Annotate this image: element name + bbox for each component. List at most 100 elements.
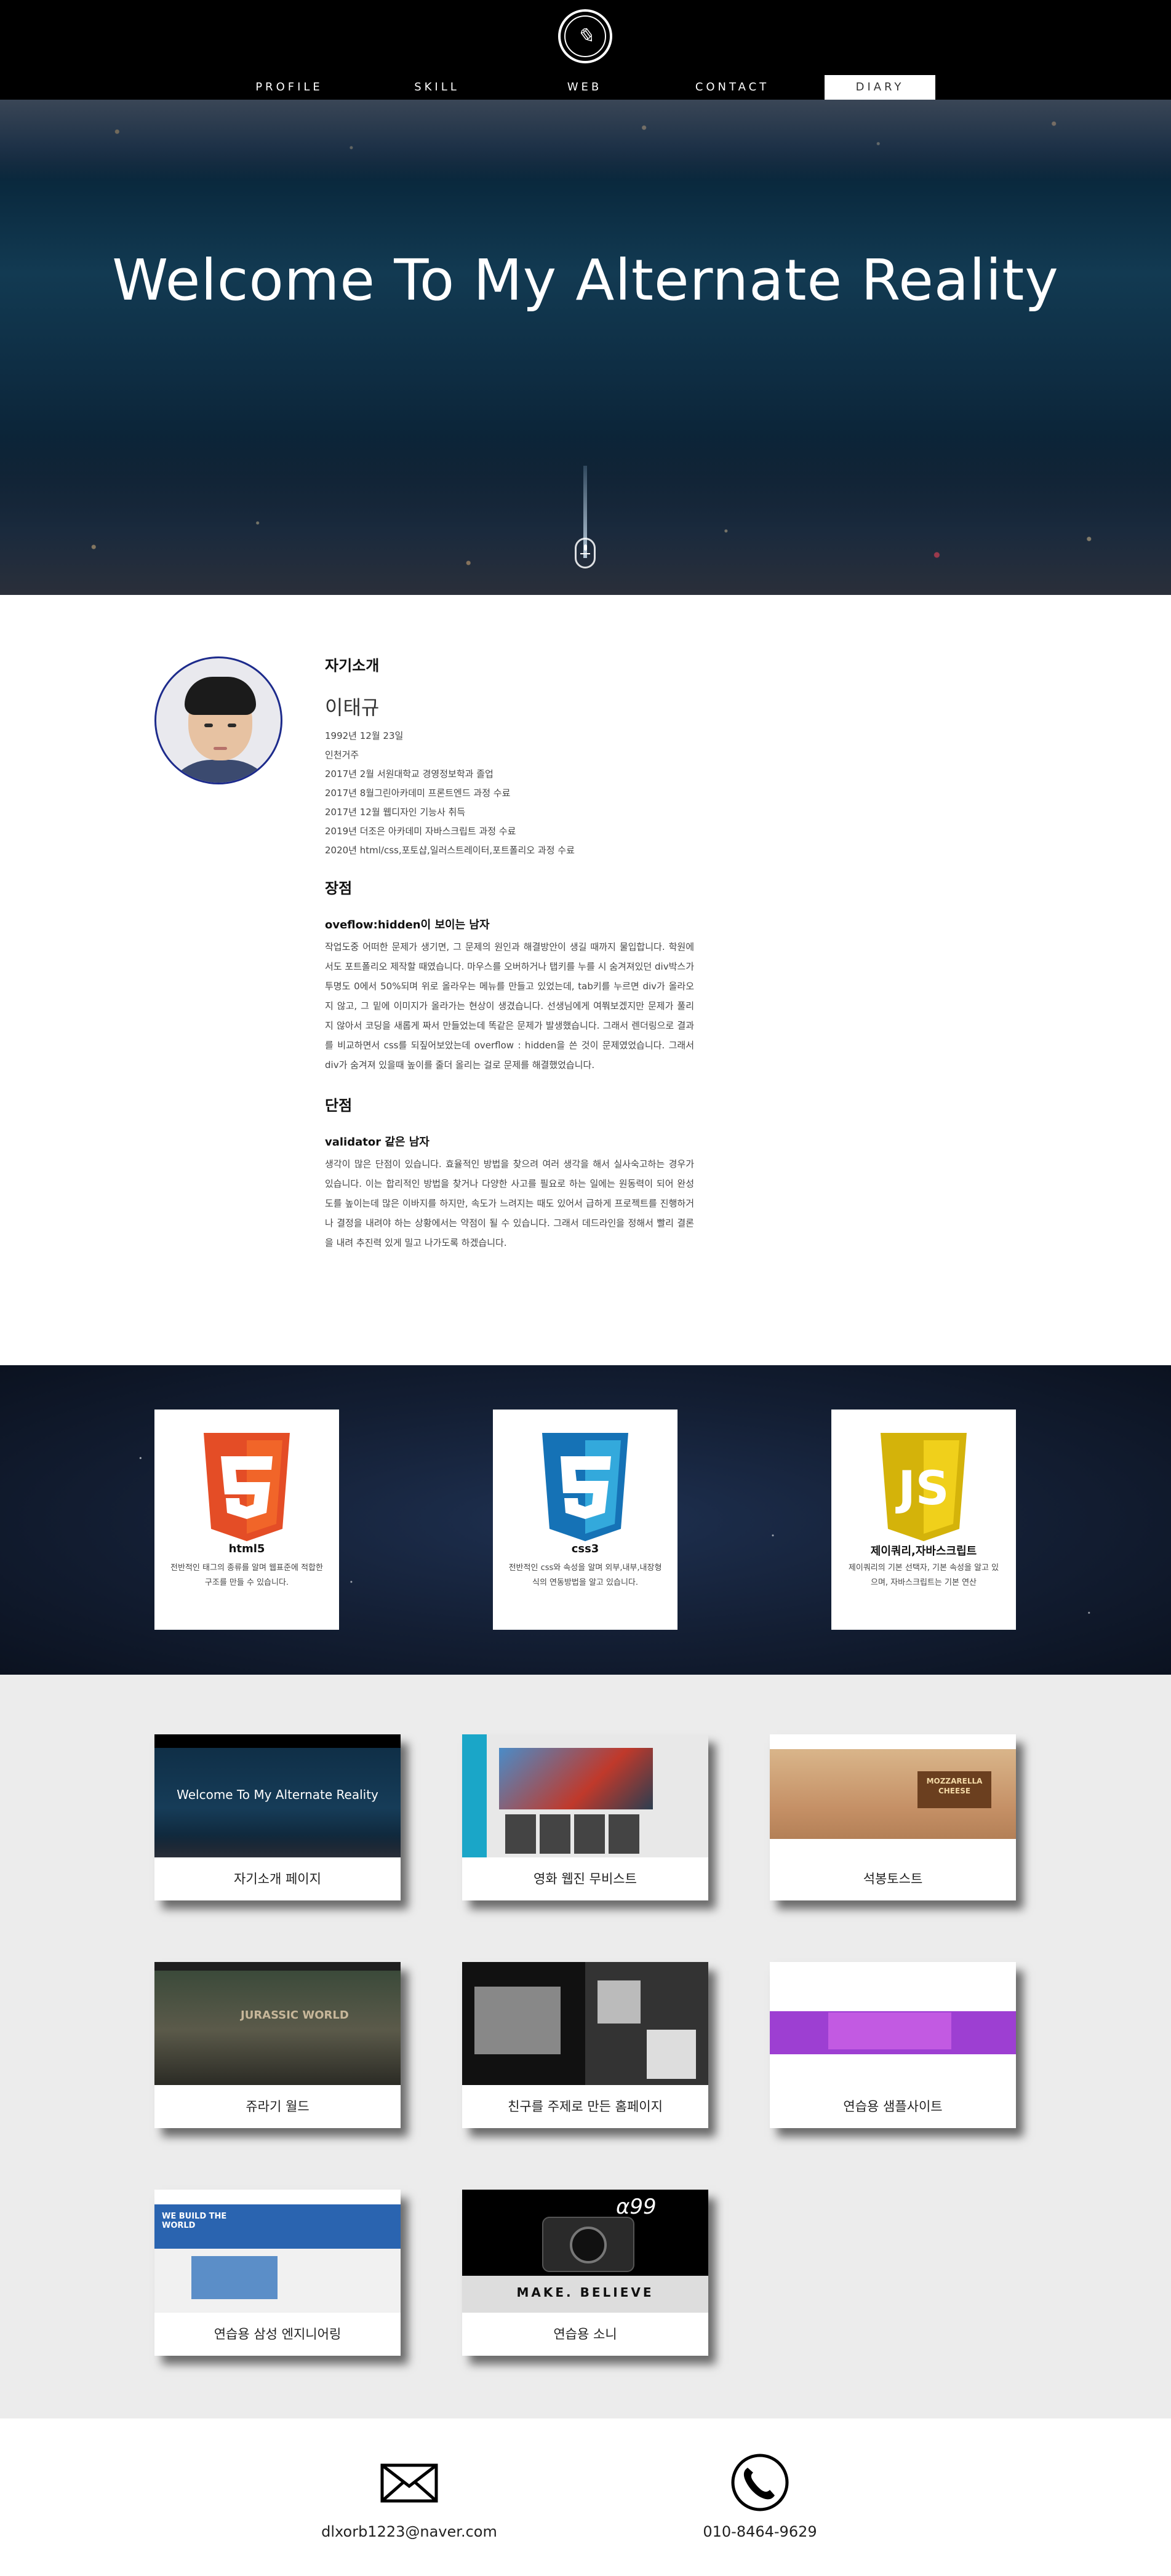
project-label: 쥬라기 월드 [246, 2099, 310, 2114]
thumbnail-skyline [154, 1835, 401, 1857]
avatar-mouth [214, 747, 227, 750]
nav-web[interactable]: WEB [529, 75, 640, 100]
thumbnail-text: Welcome To My Alternate Reality [177, 1787, 378, 1802]
svg-text:JS: JS [895, 1461, 949, 1515]
web-portfolio-section: Welcome To My Alternate Reality 자기소개 페이지… [0, 1675, 1171, 2418]
thumbnail-text: MAKE. BELIEVE [516, 2285, 654, 2300]
thumbnail-tile [574, 1814, 605, 1854]
project-thumbnail: Welcome To My Alternate Reality [154, 1734, 401, 1857]
thumbnail-text: WE BUILD THE WORLD [162, 2212, 227, 2230]
project-label: 연습용 소니 [553, 2327, 617, 2342]
skill-name: css3 [571, 1542, 599, 1555]
thumbnail-photo [647, 2030, 696, 2079]
info-item: 2017년 12월 웹디자인 기능사 취득 [325, 807, 466, 818]
thumbnail-strip [770, 1839, 1016, 1857]
thumbnail-poster [499, 1748, 653, 1809]
strength-subtitle: oveflow:hidden이 보이는 남자 [325, 919, 490, 931]
thumbnail-photo [597, 1980, 641, 2024]
project-card[interactable]: Welcome To My Alternate Reality 자기소개 페이지 [154, 1734, 401, 1900]
project-thumbnail: JURASSIC WORLD [154, 1962, 401, 2085]
skill-section: html5 전반적인 태그의 종류를 알며 웹표준에 적합한 구조를 만들 수 … [0, 1365, 1171, 1675]
project-label: 연습용 샘플사이트 [843, 2099, 943, 2114]
info-item: 2019년 더조은 아카데미 자바스크립트 과정 수료 [325, 826, 516, 837]
main-nav: PROFILE SKILL WEB CONTACT DIARY [0, 75, 1171, 100]
skill-card-css3: css3 전반적인 css와 속성을 알며 외부,내부,내장형식의 연동방법을 … [493, 1410, 677, 1630]
info-item: 인천거주 [325, 749, 359, 760]
phone-text: 010-8464-9629 [703, 2523, 817, 2540]
thumbnail-photo [474, 1987, 561, 2054]
info-item: 2017년 2월 서원대학교 경영정보학과 졸업 [325, 768, 494, 780]
contact-phone[interactable]: 010-8464-9629 [637, 2452, 883, 2540]
project-card[interactable]: 영화 웹진 무비스트 [462, 1734, 708, 1900]
project-label: 영화 웹진 무비스트 [534, 1872, 637, 1886]
project-thumbnail: α99 MAKE. BELIEVE [462, 2190, 708, 2313]
project-label: 연습용 삼성 엔지니어링 [214, 2327, 342, 2342]
project-label: 친구를 주제로 만든 홈페이지 [508, 2099, 663, 2114]
nav-diary[interactable]: DIARY [825, 75, 935, 100]
avatar-shirt [162, 760, 278, 783]
project-card[interactable]: 친구를 주제로 만든 홈페이지 [462, 1962, 708, 2128]
info-item: 2017년 8월그린아카데미 프론트엔드 과정 수료 [325, 788, 511, 799]
avatar-hair [185, 677, 256, 715]
section-title-strengths: 장점 [325, 880, 353, 897]
hero-title: Welcome To My Alternate Reality [112, 247, 1059, 313]
skill-desc: 전반적인 css와 속성을 알며 외부,내부,내장형식의 연동방법을 알고 있습… [508, 1563, 662, 1587]
skill-desc: 제이쿼리의 기본 선택자, 기본 속성을 알고 있으며, 자바스크립트는 기본 … [848, 1563, 999, 1587]
hero-banner: Welcome To My Alternate Reality [0, 100, 1171, 595]
email-text: dlxorb1223@naver.com [321, 2523, 497, 2540]
thumbnail-text: MOZZARELLA CHEESE [917, 1771, 991, 1808]
project-thumbnail: WE BUILD THE WORLD [154, 2190, 401, 2313]
project-thumbnail [462, 1962, 708, 2085]
profile-text: 자기소개 이태규 1992년 12월 23일 인천거주 2017년 2월 서원대… [325, 653, 694, 1253]
nav-skill[interactable]: SKILL [382, 75, 492, 100]
contact-section: dlxorb1223@naver.com 010-8464-9629 [0, 2418, 1171, 2576]
logo-glyph: ✎ [564, 15, 606, 57]
project-label: 석봉토스트 [863, 1872, 923, 1886]
avatar [154, 656, 282, 784]
skill-desc: 전반적인 태그의 종류를 알며 웹표준에 적합한 구조를 만들 수 있습니다. [170, 1563, 323, 1587]
strength-paragraph: 작업도중 어떠한 문제가 생기면, 그 문제의 원인과 해결방안이 생길 때까지… [325, 941, 694, 1071]
weakness-subtitle: validator 같은 남자 [325, 1136, 430, 1149]
thumbnail-box [191, 2256, 278, 2299]
profile-section: 자기소개 이태규 1992년 12월 23일 인천거주 2017년 2월 서원대… [0, 595, 1171, 1365]
project-card[interactable]: α99 MAKE. BELIEVE 연습용 소니 [462, 2190, 708, 2356]
circular-logo-icon[interactable]: ✎ [558, 9, 612, 63]
section-title-about: 자기소개 [325, 657, 380, 674]
thumbnail-tile [609, 1814, 639, 1854]
info-list: 1992년 12월 23일 인천거주 2017년 2월 서원대학교 경영정보학과… [325, 727, 694, 860]
css3-shield-icon [542, 1433, 628, 1541]
thumbnail-tile [505, 1814, 536, 1854]
project-card[interactable]: 연습용 샘플사이트 [770, 1962, 1016, 2128]
skill-card-html5: html5 전반적인 태그의 종류를 알며 웹표준에 적합한 구조를 만들 수 … [154, 1410, 339, 1630]
nav-contact[interactable]: CONTACT [677, 75, 788, 100]
project-card[interactable]: JURASSIC WORLD 쥬라기 월드 [154, 1962, 401, 2128]
mouse-scroll-icon[interactable] [575, 538, 596, 568]
weakness-paragraph: 생각이 많은 단점이 있습니다. 효율적인 방법을 찾으려 여러 생각을 해서 … [325, 1158, 694, 1248]
avatar-eye [204, 724, 213, 727]
site-header: ✎ PROFILE SKILL WEB CONTACT DIARY [0, 0, 1171, 100]
project-card[interactable]: MOZZARELLA CHEESE 석봉토스트 [770, 1734, 1016, 1900]
avatar-eye [228, 724, 236, 727]
thumbnail-model: α99 [616, 2195, 657, 2219]
thumbnail-tile [540, 1814, 570, 1854]
project-thumbnail [770, 1962, 1016, 2085]
skill-name: 제이쿼리,자바스크립트 [870, 1545, 977, 1558]
js-shield-icon: JS [881, 1433, 967, 1541]
section-title-weaknesses: 단점 [325, 1097, 353, 1114]
info-item: 1992년 12월 23일 [325, 730, 404, 741]
project-thumbnail: MOZZARELLA CHEESE [770, 1734, 1016, 1857]
contact-email[interactable]: dlxorb1223@naver.com [286, 2452, 532, 2540]
camera-lens-icon [570, 2227, 607, 2263]
info-item: 2020년 html/css,포토샵,일러스트레이터,포트폴리오 과정 수료 [325, 845, 575, 856]
profile-name: 이태규 [325, 696, 380, 719]
thumbnail-banner [828, 2012, 951, 2049]
phone-icon [731, 2454, 789, 2511]
skill-name: html5 [228, 1542, 265, 1555]
city-skyline-inverted [0, 100, 1171, 180]
thumbnail-text: JURASSIC WORLD [241, 2009, 349, 2022]
skill-card-javascript: JS 제이쿼리,자바스크립트 제이쿼리의 기본 선택자, 기본 속성을 알고 있… [831, 1410, 1016, 1630]
project-label: 자기소개 페이지 [234, 1872, 321, 1886]
project-card[interactable]: WE BUILD THE WORLD 연습용 삼성 엔지니어링 [154, 2190, 401, 2356]
envelope-icon [380, 2463, 438, 2503]
nav-profile[interactable]: PROFILE [234, 75, 345, 100]
